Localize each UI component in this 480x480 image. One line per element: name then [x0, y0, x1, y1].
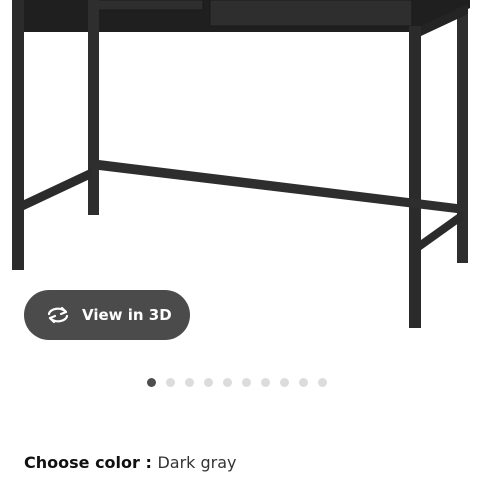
carousel-dot[interactable]: [318, 378, 327, 387]
image-carousel-indicator: [147, 378, 327, 387]
carousel-dot[interactable]: [299, 378, 308, 387]
view-in-3d-button[interactable]: View in 3D: [24, 290, 190, 340]
carousel-dot[interactable]: [223, 378, 232, 387]
rotate-3d-icon: [44, 305, 74, 325]
view-in-3d-label: View in 3D: [82, 306, 172, 324]
choose-color-label: Choose color :: [24, 453, 158, 472]
selected-color-value: Dark gray: [157, 453, 237, 472]
carousel-dot[interactable]: [147, 378, 156, 387]
carousel-dot[interactable]: [166, 378, 175, 387]
color-selection: Choose color : Dark gray: [24, 453, 237, 472]
carousel-dot[interactable]: [242, 378, 251, 387]
carousel-dot[interactable]: [204, 378, 213, 387]
carousel-dot[interactable]: [280, 378, 289, 387]
carousel-dot[interactable]: [185, 378, 194, 387]
carousel-dot[interactable]: [261, 378, 270, 387]
